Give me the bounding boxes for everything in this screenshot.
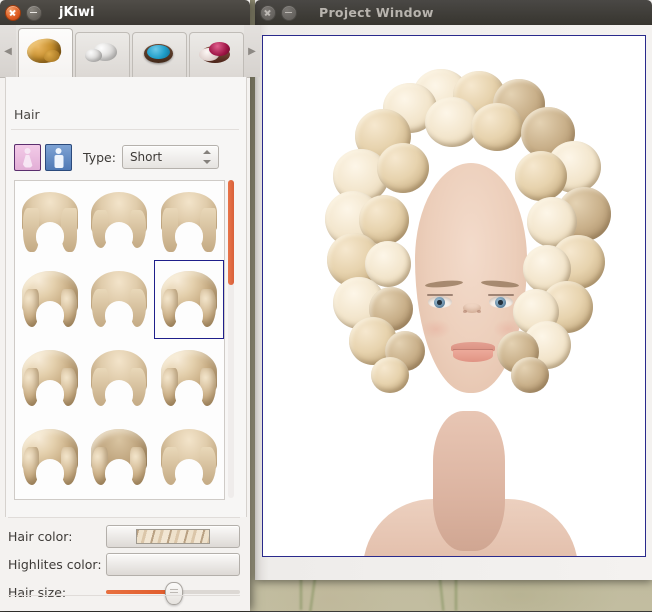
project-window[interactable]: Project Window <box>255 0 652 580</box>
hairstyle-item[interactable] <box>154 418 224 497</box>
hair-size-slider[interactable] <box>106 590 240 594</box>
hair-section-panel: Hair Type: Short <box>5 77 247 558</box>
hair-color-row: Hair color: <box>8 525 240 547</box>
tab-skin[interactable] <box>75 32 130 77</box>
jkiwi-body: ◀ ▶ Hair <box>0 25 250 611</box>
minimize-icon[interactable] <box>26 5 42 21</box>
caret-down-icon[interactable] <box>203 160 211 164</box>
jkiwi-title: jKiwi <box>59 5 94 20</box>
spinner-icons[interactable] <box>203 149 212 165</box>
project-window-titlebar[interactable]: Project Window <box>255 0 652 25</box>
close-icon[interactable] <box>260 5 276 21</box>
tab-strip: ◀ ▶ <box>0 25 250 78</box>
caret-up-icon[interactable] <box>203 150 211 154</box>
scrollbar-thumb[interactable] <box>228 180 234 285</box>
avatar-canvas[interactable] <box>262 35 646 557</box>
hairstyle-item[interactable] <box>154 181 224 260</box>
panel-divider-bottom <box>8 595 240 596</box>
type-label: Type: <box>83 150 116 165</box>
slider-handle[interactable] <box>165 582 183 605</box>
hairstyle-item[interactable] <box>15 260 85 339</box>
gender-female-button[interactable] <box>14 144 41 171</box>
tab-hair[interactable] <box>18 28 73 77</box>
hair-type-select[interactable]: Short <box>122 145 219 169</box>
chevron-right-icon[interactable]: ▶ <box>244 25 260 77</box>
hairstyle-item-selected[interactable] <box>154 260 224 339</box>
hairstyle-grid[interactable] <box>14 180 225 500</box>
gender-type-row: Type: Short <box>14 143 238 171</box>
highlites-color-swatch <box>137 558 209 571</box>
minimize-icon[interactable] <box>281 5 297 21</box>
slider-fill <box>106 590 173 594</box>
skin-pebble-icon <box>84 41 122 69</box>
hair-color-swatch <box>136 529 210 544</box>
hair-size-row: Hair size: <box>8 581 240 603</box>
avatar-portrait <box>303 51 633 551</box>
hair-size-label: Hair size: <box>8 585 106 600</box>
chevron-left-icon[interactable]: ◀ <box>0 25 16 77</box>
hairstyle-item[interactable] <box>15 418 85 497</box>
hairstyle-item[interactable] <box>85 181 155 260</box>
hairstyle-item[interactable] <box>15 181 85 260</box>
hair-color-button[interactable] <box>106 525 240 548</box>
jkiwi-window[interactable]: jKiwi ◀ ▶ <box>0 0 250 611</box>
hair-properties-panel: Hair color: Highlites color: Hair size: <box>0 517 250 611</box>
hairstyle-item[interactable] <box>85 418 155 497</box>
blush-compact-icon <box>198 41 236 69</box>
section-title: Hair <box>14 107 40 122</box>
jkiwi-titlebar[interactable]: jKiwi <box>0 0 250 25</box>
highlites-color-label: Highlites color: <box>8 557 106 572</box>
highlites-color-row: Highlites color: <box>8 553 240 575</box>
hairstyle-item[interactable] <box>85 260 155 339</box>
project-window-title: Project Window <box>319 5 434 20</box>
hair-color-label: Hair color: <box>8 529 106 544</box>
hairstyle-item[interactable] <box>15 339 85 418</box>
hairstyle-grid-scrollbar[interactable] <box>228 180 234 498</box>
panel-divider-top <box>8 517 240 518</box>
eyeshadow-compact-icon <box>141 41 179 69</box>
close-icon[interactable] <box>5 5 21 21</box>
hairstyle-item[interactable] <box>85 339 155 418</box>
hair-icon <box>27 39 65 67</box>
hair-type-value: Short <box>130 150 162 164</box>
project-window-body <box>255 25 652 580</box>
hairstyle-item[interactable] <box>154 339 224 418</box>
tab-eyeshadow[interactable] <box>132 32 187 77</box>
highlites-color-button[interactable] <box>106 553 240 576</box>
gender-male-button[interactable] <box>45 144 72 171</box>
section-divider <box>11 129 239 130</box>
tab-blush[interactable] <box>189 32 244 77</box>
